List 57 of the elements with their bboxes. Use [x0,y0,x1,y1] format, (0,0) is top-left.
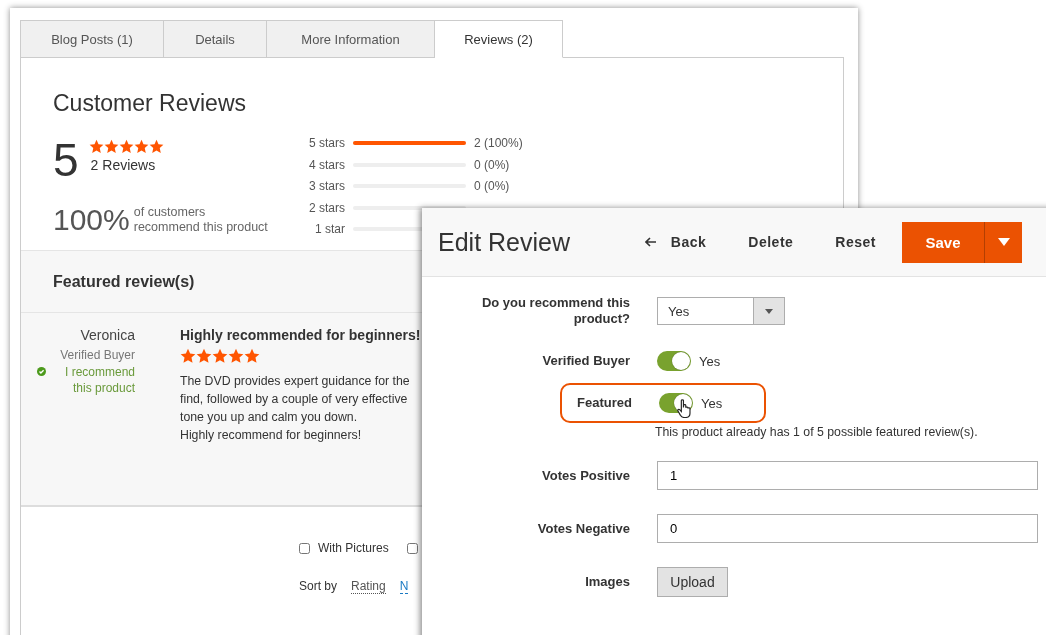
field-label: Votes Positive [541,467,630,484]
tab[interactable]: Blog Posts (1) [20,20,164,58]
hand-cursor-icon [677,399,692,418]
number-field[interactable]: 0 [657,514,1038,543]
review-text: The DVD provides expert guidance for the [180,373,410,390]
author-name: Veronica [80,327,135,343]
section-heading: Featured review(s) [53,272,195,291]
average-rating: 5 [53,137,79,183]
caret-down-icon [765,308,773,314]
panel-title: Edit Review [438,227,570,257]
star-label: 5 stars [309,136,345,151]
star-label: 3 stars [309,179,345,194]
tab[interactable]: Reviews (2) [435,20,563,58]
verified-label: Verified Buyer [60,348,135,362]
field-label: Do you recommend this product? [480,295,630,327]
featured-note: This product already has 1 of 5 possible featured review(s). [655,425,979,439]
action-button[interactable]: Delete [748,234,794,250]
sort-label: Sort by [299,579,337,594]
check-circle-icon [37,367,46,376]
recommend-note: I recommend this product [63,364,135,396]
recommend-text: of customers recommend this product [133,205,269,235]
toggle-label: Yes [699,353,721,369]
rating-count: 0 (0%) [474,157,510,172]
star-label: 2 stars [309,200,345,215]
review-text: Highly recommend for beginners! [180,427,362,444]
recommend-percent: 100% [53,203,130,237]
toggle-switch[interactable] [657,351,691,371]
field-label: Votes Negative [536,520,630,537]
review-title: Highly recommended for beginners! [180,327,421,343]
review-text: tone you up and calm you down. [180,409,358,426]
rating-count: 2 (100%) [474,136,523,151]
rating-count: 0 (0%) [474,179,510,194]
sort-link[interactable]: Rating [351,579,386,594]
checkbox[interactable] [299,542,310,554]
section-heading: Customer Reviews [53,90,247,117]
sort-link[interactable]: N [399,579,409,594]
field-label: Verified Buyer [541,353,630,369]
arrow-left-icon [644,237,657,247]
checkbox-label: With Pictures [318,541,389,555]
save-menu-button[interactable] [984,221,1022,263]
review-text: find, followed by a couple of very effective [180,391,408,408]
number-field[interactable]: 1 [657,461,1038,490]
tab[interactable]: Details [164,20,267,58]
tab[interactable]: More Information [267,20,435,58]
action-button[interactable]: Reset [835,234,876,250]
caret-down-icon [997,238,1010,246]
back-button[interactable]: Back [644,234,707,250]
save-button[interactable]: Save [902,221,984,263]
star-label: 1 star [314,222,345,237]
checkbox[interactable] [406,542,418,554]
recommend-select[interactable]: Yes [657,297,785,325]
star-label: 4 stars [309,157,345,172]
review-count: 2 Reviews [89,157,157,173]
field-label: Images [584,574,630,590]
field-label: Featured [576,395,632,411]
upload-button[interactable]: Upload [657,567,728,597]
toggle-label: Yes [701,395,723,411]
